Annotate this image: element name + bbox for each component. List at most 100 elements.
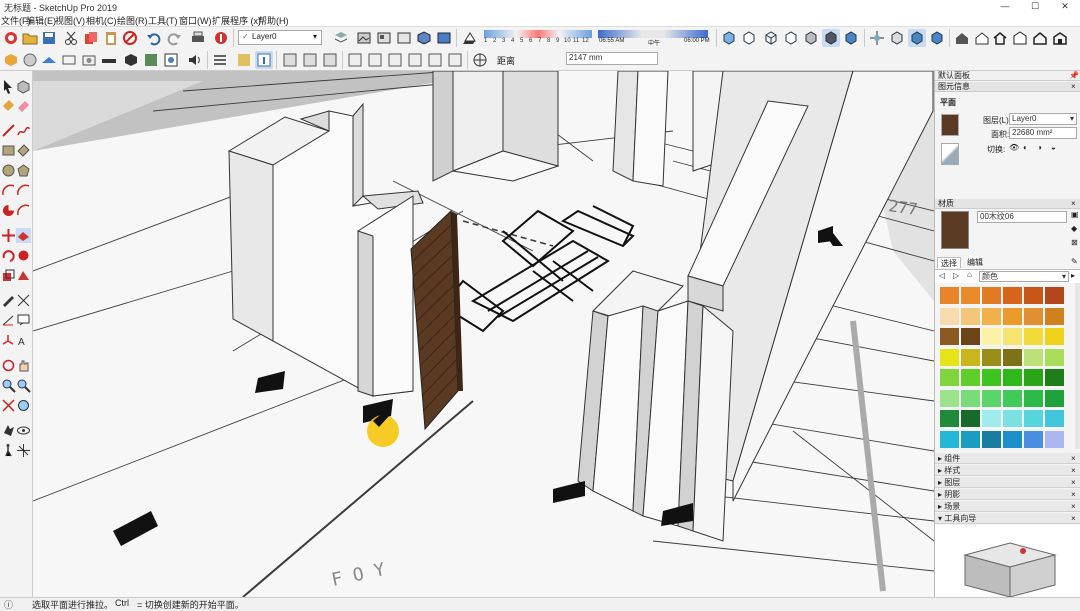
- dimensions-icon[interactable]: [16, 293, 31, 308]
- cut-icon[interactable]: [62, 29, 80, 47]
- close-button[interactable]: ✕: [1050, 0, 1080, 13]
- house-warehouse-icon[interactable]: [953, 29, 971, 47]
- material-swatch[interactable]: [1045, 287, 1064, 304]
- zoom-extents-tool-icon[interactable]: [1, 398, 16, 413]
- select-icon[interactable]: [1, 79, 16, 94]
- menu-draw[interactable]: 绘图(R): [117, 14, 148, 27]
- line-icon[interactable]: [1, 123, 16, 138]
- extension-warehouse-icon[interactable]: [1051, 29, 1069, 47]
- shadow-receive-icon[interactable]: ◑: [1037, 143, 1042, 152]
- section-styles[interactable]: ▸ 样式 ×: [935, 465, 1080, 476]
- material-swatch[interactable]: [982, 389, 1001, 407]
- plugin-h-icon[interactable]: [426, 51, 444, 69]
- minimize-button[interactable]: —: [990, 0, 1020, 13]
- xray-icon[interactable]: [720, 29, 738, 47]
- menu-view[interactable]: 视图(V): [55, 14, 85, 27]
- 3d-text-icon[interactable]: A: [16, 333, 31, 348]
- home-icon[interactable]: [991, 29, 1009, 47]
- material-swatch[interactable]: [961, 348, 980, 366]
- material-swatch[interactable]: [1045, 389, 1064, 407]
- entity-info-header[interactable]: 图元信息 ×: [935, 82, 1080, 92]
- section-plane-tool-icon[interactable]: [16, 443, 31, 458]
- plugin-i-icon[interactable]: [446, 51, 464, 69]
- material-swatch[interactable]: [961, 307, 980, 325]
- material-swatch[interactable]: [1024, 287, 1043, 304]
- center-partition[interactable]: [432, 71, 560, 182]
- swatch-scrollbar[interactable]: [1075, 283, 1080, 449]
- entity-material-swatch[interactable]: [941, 114, 959, 136]
- details-arrow-icon[interactable]: ▸: [1071, 271, 1075, 280]
- scale-icon[interactable]: [1, 268, 16, 283]
- material-swatch[interactable]: [1045, 348, 1064, 366]
- components-close-icon[interactable]: ×: [1071, 453, 1076, 464]
- section-scenes[interactable]: ▸ 场景 ×: [935, 501, 1080, 512]
- material-swatch[interactable]: [1003, 287, 1022, 304]
- save-icon[interactable]: [40, 29, 58, 47]
- top-view-icon[interactable]: [908, 29, 926, 47]
- model-canvas[interactable]: 4850 277 F O Y: [33, 71, 934, 597]
- share-component-icon[interactable]: [1011, 29, 1029, 47]
- view-top-icon[interactable]: [395, 29, 413, 47]
- style-icon[interactable]: [375, 29, 393, 47]
- shadows-icon[interactable]: [461, 29, 479, 47]
- eraser-icon[interactable]: [16, 98, 31, 113]
- open-icon[interactable]: [21, 29, 39, 47]
- instructor-close-icon[interactable]: ×: [1071, 513, 1076, 524]
- materials-header[interactable]: 材质 ×: [935, 199, 1080, 209]
- section-shadows[interactable]: ▸ 阴影 ×: [935, 489, 1080, 500]
- menu-window[interactable]: 窗口(W): [179, 14, 212, 27]
- orbit-icon[interactable]: [1, 358, 16, 373]
- material-swatch[interactable]: [1024, 369, 1043, 386]
- follow-me-icon[interactable]: [16, 248, 31, 263]
- material-swatch[interactable]: [1045, 307, 1064, 325]
- material-swatch[interactable]: [1003, 328, 1022, 345]
- material-swatch[interactable]: [982, 307, 1001, 325]
- material-swatch[interactable]: [961, 369, 980, 386]
- plugin-g-icon[interactable]: [406, 51, 424, 69]
- material-option-icon[interactable]: ⊠: [1071, 238, 1078, 247]
- material-swatch[interactable]: [940, 369, 959, 386]
- material-swatch[interactable]: [1003, 348, 1022, 366]
- iso-view-icon[interactable]: [888, 29, 906, 47]
- material-swatch[interactable]: [940, 410, 959, 427]
- material-category-select[interactable]: 颜色 ▾: [979, 271, 1069, 282]
- material-swatch[interactable]: [961, 430, 980, 448]
- shaded-icon[interactable]: [802, 29, 820, 47]
- create-material-icon[interactable]: ▣: [1071, 210, 1079, 219]
- rotate-icon[interactable]: [1, 248, 16, 263]
- back-edges-icon[interactable]: [740, 29, 758, 47]
- tape-measure-icon[interactable]: [1, 293, 16, 308]
- material-swatch[interactable]: [961, 410, 980, 427]
- offset-icon[interactable]: [16, 268, 31, 283]
- layer-select[interactable]: ✓ Layer0 ▾: [238, 30, 322, 45]
- house-outline-icon[interactable]: [1031, 29, 1049, 47]
- monochrome-icon[interactable]: [842, 29, 860, 47]
- position-camera-icon[interactable]: [1, 423, 16, 438]
- tape-icon[interactable]: [100, 51, 118, 69]
- camera-icon[interactable]: [80, 51, 98, 69]
- push-pull-icon[interactable]: [16, 228, 31, 243]
- axes-icon[interactable]: [1, 333, 16, 348]
- material-swatch[interactable]: [1003, 389, 1022, 407]
- shadow-icon[interactable]: ◒: [1051, 143, 1056, 152]
- view-iso-icon[interactable]: [415, 29, 433, 47]
- sandbox-icon[interactable]: [40, 51, 58, 69]
- maximize-button[interactable]: ☐: [1020, 0, 1050, 13]
- material-swatch[interactable]: [961, 287, 980, 304]
- eyedropper-icon[interactable]: ✎: [1071, 257, 1078, 266]
- zoom-extents-icon[interactable]: [868, 29, 886, 47]
- shadow-cast-icon[interactable]: ◐: [1023, 143, 1028, 152]
- front-view-icon[interactable]: [928, 29, 946, 47]
- section-instructor[interactable]: ▾ 工具向导 ×: [935, 513, 1080, 524]
- material-swatch[interactable]: [982, 430, 1001, 448]
- shadow-date-slider[interactable]: [484, 30, 592, 38]
- visible-toggle-icon[interactable]: 👁: [1009, 143, 1019, 152]
- zoom-icon[interactable]: [1, 378, 16, 393]
- menu-edit[interactable]: 编辑(E): [26, 14, 56, 27]
- layer-manager-icon[interactable]: [332, 29, 350, 47]
- redo-icon[interactable]: [165, 29, 183, 47]
- forward-arrow-icon[interactable]: ▷: [953, 271, 959, 280]
- material-swatch[interactable]: [1045, 328, 1064, 345]
- entity-back-material-swatch[interactable]: [941, 143, 959, 165]
- scenes-icon[interactable]: [355, 29, 373, 47]
